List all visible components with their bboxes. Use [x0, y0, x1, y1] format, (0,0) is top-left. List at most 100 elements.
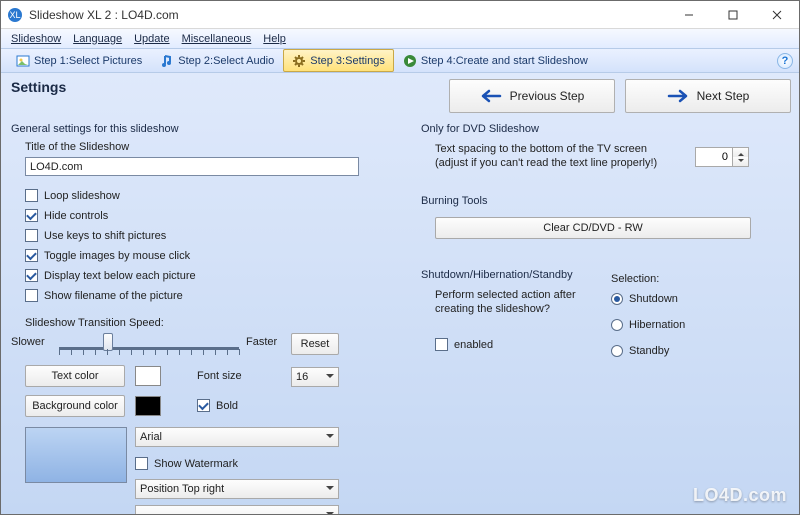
clear-cddvd-button[interactable]: Clear CD/DVD - RW — [435, 217, 751, 239]
checkbox-icon — [25, 189, 38, 202]
font-size-combo[interactable]: 16 — [291, 367, 339, 387]
audio-icon — [160, 54, 174, 68]
perform-line1: Perform selected action after — [435, 289, 576, 301]
shutdown-label: Shutdown — [629, 293, 678, 305]
dvd-spacing-spinner[interactable] — [695, 147, 749, 167]
tab-step1-label: Step 1:Select Pictures — [34, 55, 142, 67]
slower-label: Slower — [11, 336, 45, 348]
tab-step4[interactable]: Step 4:Create and start Slideshow — [394, 49, 597, 72]
selection-label: Selection: — [611, 273, 659, 285]
loop-label: Loop slideshow — [44, 190, 120, 202]
bold-label: Bold — [216, 400, 238, 412]
close-button[interactable] — [755, 1, 799, 29]
menu-update[interactable]: Update — [130, 31, 173, 47]
radio-hibernation[interactable]: Hibernation — [611, 319, 685, 331]
tab-step2-label: Step 2:Select Audio — [178, 55, 274, 67]
menu-miscellaneous[interactable]: Miscellaneous — [178, 31, 256, 47]
bg-color-label: Background color — [32, 400, 118, 412]
checkbox-icon — [435, 338, 448, 351]
brand-watermark: LO4D.com — [693, 485, 787, 506]
checkbox-icon — [135, 457, 148, 470]
minimize-button[interactable] — [667, 1, 711, 29]
menu-help[interactable]: Help — [259, 31, 290, 47]
font-family-value: Arial — [140, 431, 162, 443]
text-color-swatch[interactable] — [135, 366, 161, 386]
text-color-label: Text color — [51, 370, 98, 382]
toggle-mouse-checkbox[interactable]: Toggle images by mouse click — [25, 249, 190, 262]
faster-label: Faster — [246, 336, 277, 348]
window-title: Slideshow XL 2 : LO4D.com — [29, 8, 667, 22]
radio-icon — [611, 345, 623, 357]
client-area: Settings Previous Step Next Step General… — [1, 73, 799, 514]
next-step-label: Next Step — [697, 89, 750, 103]
help-icon[interactable]: ? — [777, 53, 793, 69]
maximize-button[interactable] — [711, 1, 755, 29]
hide-controls-checkbox[interactable]: Hide controls — [25, 209, 108, 222]
previous-step-label: Previous Step — [510, 89, 585, 103]
show-filename-checkbox[interactable]: Show filename of the picture — [25, 289, 183, 302]
burning-section-label: Burning Tools — [421, 195, 487, 207]
menu-slideshow[interactable]: Slideshow — [7, 31, 65, 47]
checkbox-icon — [25, 289, 38, 302]
speed-label: Slideshow Transition Speed: — [25, 317, 164, 329]
spinner-up-icon[interactable] — [733, 148, 748, 157]
display-text-checkbox[interactable]: Display text below each picture — [25, 269, 196, 282]
background-color-button[interactable]: Background color — [25, 395, 125, 417]
watermark-extra-combo[interactable] — [135, 505, 339, 514]
window-controls — [667, 1, 799, 29]
bold-checkbox[interactable]: Bold — [197, 399, 238, 412]
step-tabs: Step 1:Select Pictures Step 2:Select Aud… — [1, 49, 799, 73]
use-keys-checkbox[interactable]: Use keys to shift pictures — [25, 229, 166, 242]
checkbox-icon — [25, 209, 38, 222]
pictures-icon — [16, 54, 30, 68]
font-size-value: 16 — [296, 371, 308, 383]
previous-step-button[interactable]: Previous Step — [449, 79, 615, 113]
font-family-combo[interactable]: Arial — [135, 427, 339, 447]
enabled-checkbox[interactable]: enabled — [435, 338, 493, 351]
dvd-spacing-line2: (adjust if you can't read the text line … — [435, 157, 657, 169]
loop-checkbox[interactable]: Loop slideshow — [25, 189, 120, 202]
reset-speed-button[interactable]: Reset — [291, 333, 339, 355]
titlebar: XL Slideshow XL 2 : LO4D.com — [1, 1, 799, 29]
dvd-spacing-input[interactable] — [695, 147, 733, 167]
menubar: Slideshow Language Update Miscellaneous … — [1, 29, 799, 49]
settings-icon — [292, 54, 306, 68]
filename-label: Show filename of the picture — [44, 290, 183, 302]
arrow-right-icon — [667, 89, 689, 103]
next-step-button[interactable]: Next Step — [625, 79, 791, 113]
radio-icon — [611, 319, 623, 331]
checkbox-icon — [25, 249, 38, 262]
text-color-button[interactable]: Text color — [25, 365, 125, 387]
radio-icon — [611, 293, 623, 305]
power-section-label: Shutdown/Hibernation/Standby — [421, 269, 573, 281]
menu-language[interactable]: Language — [69, 31, 126, 47]
toggle-label: Toggle images by mouse click — [44, 250, 190, 262]
preview-swatch — [25, 427, 127, 483]
text-label: Display text below each picture — [44, 270, 196, 282]
watermark-pos-value: Position Top right — [140, 483, 224, 495]
chevron-down-icon — [326, 370, 334, 385]
watermark-position-combo[interactable]: Position Top right — [135, 479, 339, 499]
show-watermark-checkbox[interactable]: Show Watermark — [135, 457, 238, 470]
font-size-label: Font size — [197, 370, 242, 382]
tab-step4-label: Step 4:Create and start Slideshow — [421, 55, 588, 67]
checkbox-icon — [25, 269, 38, 282]
tab-step2[interactable]: Step 2:Select Audio — [151, 49, 283, 72]
bg-color-swatch[interactable] — [135, 396, 161, 416]
keys-label: Use keys to shift pictures — [44, 230, 166, 242]
clear-cddvd-label: Clear CD/DVD - RW — [543, 222, 642, 234]
tab-step3[interactable]: Step 3:Settings — [283, 49, 394, 72]
title-input[interactable] — [25, 157, 359, 176]
page-title: Settings — [11, 79, 66, 95]
perform-line2: creating the slideshow? — [435, 303, 550, 315]
hide-label: Hide controls — [44, 210, 108, 222]
spinner-down-icon[interactable] — [733, 157, 748, 166]
arrow-left-icon — [480, 89, 502, 103]
tab-step1[interactable]: Step 1:Select Pictures — [7, 49, 151, 72]
radio-shutdown[interactable]: Shutdown — [611, 293, 678, 305]
hibernation-label: Hibernation — [629, 319, 685, 331]
radio-standby[interactable]: Standby — [611, 345, 669, 357]
app-window: XL Slideshow XL 2 : LO4D.com Slideshow L… — [0, 0, 800, 515]
reset-label: Reset — [301, 338, 330, 350]
general-section-label: General settings for this slideshow — [11, 123, 179, 135]
